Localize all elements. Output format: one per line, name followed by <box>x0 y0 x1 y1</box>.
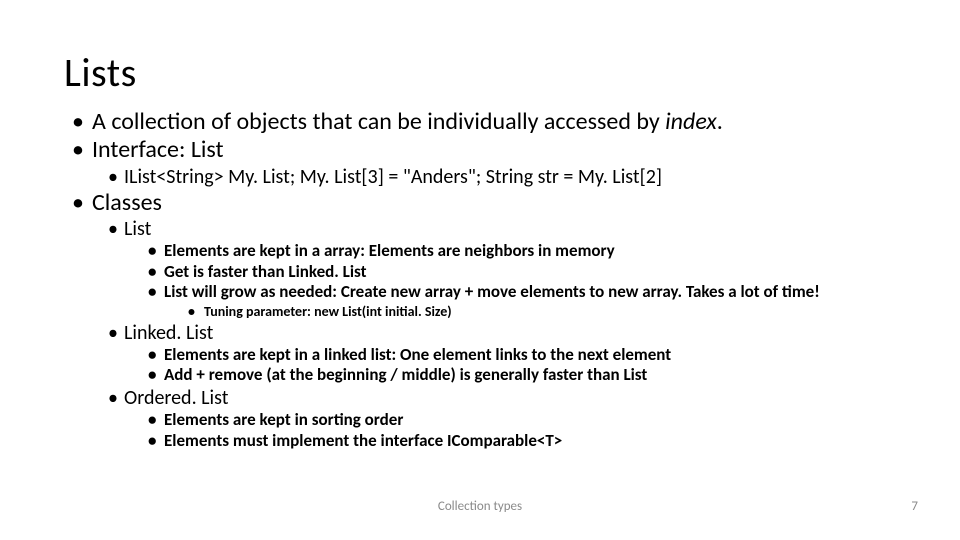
text: List <box>124 217 151 241</box>
text: Classes <box>92 188 162 217</box>
slide: Lists A collection of objects that can b… <box>0 0 960 540</box>
text: IList<String> My. List; My. List[3] = "A… <box>124 165 662 189</box>
bullet-list-array: Elements are kept in a array: Elements a… <box>64 241 904 262</box>
bullet-linkedlist-addremove: Add + remove (at the beginning / middle)… <box>64 365 904 386</box>
bullet-interface: Interface: List <box>64 136 904 164</box>
bullet-list: List <box>64 217 904 241</box>
text: . <box>717 107 723 136</box>
text: Elements are kept in a linked list: One … <box>164 344 671 365</box>
text: Elements are kept in sorting order <box>164 409 403 430</box>
bullet-list-get: Get is faster than Linked. List <box>64 262 904 283</box>
text: Elements must implement the interface IC… <box>164 430 562 451</box>
bullet-classes: Classes <box>64 189 904 217</box>
text: Add + remove (at the beginning / middle)… <box>164 364 647 385</box>
footer-title: Collection types <box>0 499 960 514</box>
bullet-linkedlist: Linked. List <box>64 321 904 345</box>
text: Get is faster than Linked. List <box>164 261 367 282</box>
text: Ordered. List <box>124 386 228 410</box>
bullet-list-grow: List will grow as needed: Create new arr… <box>64 282 904 303</box>
slide-body: A collection of objects that can be indi… <box>64 108 904 452</box>
text: Interface: List <box>92 135 224 164</box>
page-number: 7 <box>911 499 918 514</box>
text: Tuning parameter: new List(int initial. … <box>204 303 452 320</box>
bullet-interface-code: IList<String> My. List; My. List[3] = "A… <box>64 165 904 189</box>
slide-title: Lists <box>64 48 137 97</box>
text: List will grow as needed: Create new arr… <box>164 281 820 302</box>
text: Linked. List <box>124 321 213 345</box>
bullet-list-tuning: Tuning parameter: new List(int initial. … <box>64 303 904 321</box>
bullet-orderedlist-icomparable: Elements must implement the interface IC… <box>64 431 904 452</box>
text: Elements are kept in a array: Elements a… <box>164 240 615 261</box>
bullet-definition: A collection of objects that can be indi… <box>64 108 904 136</box>
bullet-orderedlist: Ordered. List <box>64 386 904 410</box>
bullet-orderedlist-sorting: Elements are kept in sorting order <box>64 410 904 431</box>
text: A collection of objects that can be indi… <box>92 107 665 136</box>
text-emph: index <box>665 107 717 136</box>
bullet-linkedlist-structure: Elements are kept in a linked list: One … <box>64 345 904 366</box>
